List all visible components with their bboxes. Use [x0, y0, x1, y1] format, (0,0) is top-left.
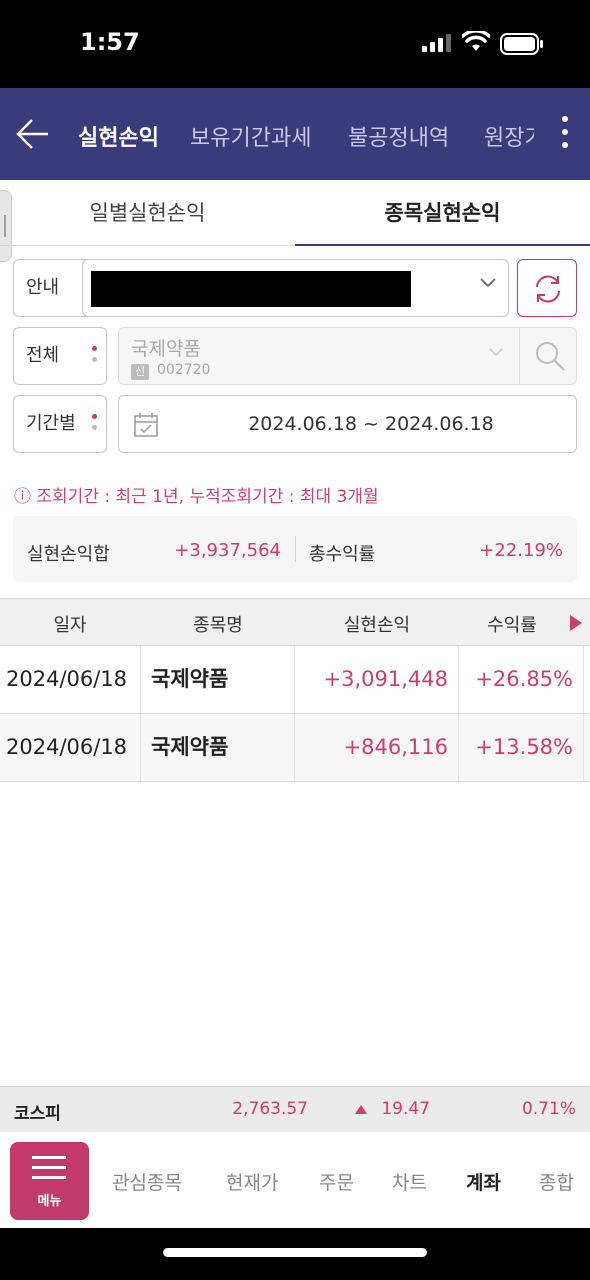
nav-watchlist[interactable]: 관심종목: [112, 1168, 182, 1195]
cell-return-rate: +13.58%: [459, 714, 584, 781]
more-options-icon[interactable]: [560, 116, 570, 156]
cell-stock-name: 국제약품: [141, 714, 295, 781]
period-filter-label: 기간별: [26, 413, 76, 434]
subtab-daily-realized-pnl[interactable]: 일별실현손익: [0, 180, 295, 246]
column-header-date: 일자: [53, 615, 87, 636]
total-return-value: +22.19%: [479, 540, 563, 561]
summary-panel: 실현손익합 +3,937,564 총수익률 +22.19%: [13, 516, 577, 582]
battery-icon: [500, 33, 543, 55]
refresh-icon: [536, 275, 560, 303]
status-time: 1:57: [80, 28, 140, 56]
hamburger-icon: [32, 1156, 66, 1186]
bottom-navigation: 메뉴 관심종목 현재가 주문 차트 계좌 종합: [0, 1132, 590, 1228]
app-header: 실현손익 보유기간과세 불공정내역 원장기: [0, 88, 590, 180]
subtab-stock-realized-pnl[interactable]: 종목실현손익: [295, 180, 590, 246]
realized-total-label: 실현손익합: [27, 544, 110, 565]
date-range-picker[interactable]: 2024.06.18 ~ 2024.06.18: [118, 395, 577, 453]
index-ticker[interactable]: 코스피 2,763.57 19.47 0.71%: [0, 1086, 590, 1132]
back-arrow-icon[interactable]: [14, 116, 50, 152]
cellular-signal-icon: [422, 34, 451, 52]
menu-button[interactable]: 메뉴: [10, 1142, 89, 1220]
index-change-percent: 0.71%: [521, 1099, 576, 1119]
cell-return-rate: +26.85%: [459, 646, 584, 713]
cell-date: 2024/06/18: [0, 714, 141, 781]
cell-date: 2024/06/18: [0, 646, 141, 713]
wifi-icon: [462, 31, 490, 51]
stock-badge: 신: [131, 364, 149, 380]
scroll-right-arrow-icon[interactable]: [570, 615, 582, 631]
index-name: 코스피: [14, 1104, 61, 1124]
table-header: 일자 종목명 실현손익 수익률: [0, 598, 590, 646]
tab-unfair-history[interactable]: 불공정내역: [348, 120, 449, 152]
column-header-return-rate: 수익률: [487, 615, 537, 636]
all-filter-button[interactable]: 전체: [13, 327, 107, 385]
calendar-icon: [134, 413, 158, 437]
cell-realized-pnl: +3,091,448: [295, 646, 459, 713]
cell-stock-name: 국제약품: [141, 646, 295, 713]
date-range-text: 2024.06.18 ~ 2024.06.18: [248, 413, 494, 435]
query-period-notice: ⓘ 조회기간 : 최근 1년, 누적조회기간 : 최대 3개월: [14, 487, 379, 507]
chevron-down-icon: [480, 278, 496, 288]
stock-select[interactable]: 국제약품 신 002720: [118, 327, 577, 385]
table-row[interactable]: 2024/06/18 국제약품 +3,091,448 +26.85%: [0, 646, 590, 714]
index-value: 2,763.57: [232, 1099, 308, 1119]
cell-realized-pnl: +846,116: [295, 714, 459, 781]
realized-total-value: +3,937,564: [174, 540, 281, 561]
nav-account[interactable]: 계좌: [466, 1168, 501, 1195]
stock-name: 국제약품: [131, 338, 201, 360]
search-icon: [536, 342, 565, 371]
menu-label: 메뉴: [37, 1194, 62, 1209]
summary-divider: [295, 536, 296, 562]
table-row[interactable]: 2024/06/18 국제약품 +846,116 +13.58%: [0, 714, 590, 782]
nav-chart[interactable]: 차트: [392, 1168, 427, 1195]
total-return-label: 총수익률: [309, 544, 376, 565]
column-header-realized-pnl: 실현손익: [343, 615, 411, 636]
home-indicator-area: [0, 1228, 590, 1280]
index-change: 19.47: [381, 1099, 430, 1119]
nav-order[interactable]: 주문: [319, 1168, 354, 1195]
refresh-button[interactable]: [517, 259, 577, 317]
nav-current-price[interactable]: 현재가: [226, 1168, 278, 1195]
column-header-stock-name: 종목명: [193, 615, 243, 636]
tab-holding-period-tax[interactable]: 보유기간과세: [190, 120, 311, 152]
chevron-down-icon: [489, 348, 503, 357]
account-select[interactable]: [82, 259, 509, 317]
up-triangle-icon: [355, 1105, 367, 1114]
redacted-account-number: [91, 271, 411, 307]
period-filter-button[interactable]: 기간별: [13, 395, 107, 453]
tab-realized-pnl[interactable]: 실현손익: [78, 120, 159, 152]
stock-search-button[interactable]: [519, 328, 577, 384]
status-bar: 1:57: [0, 0, 590, 88]
home-indicator[interactable]: [163, 1248, 427, 1257]
guide-button-label: 안내: [26, 277, 60, 298]
stock-code: 002720: [157, 362, 211, 378]
nav-overview[interactable]: 종합: [539, 1168, 590, 1195]
tab-ledger[interactable]: 원장기: [484, 120, 534, 152]
all-filter-label: 전체: [26, 345, 60, 366]
